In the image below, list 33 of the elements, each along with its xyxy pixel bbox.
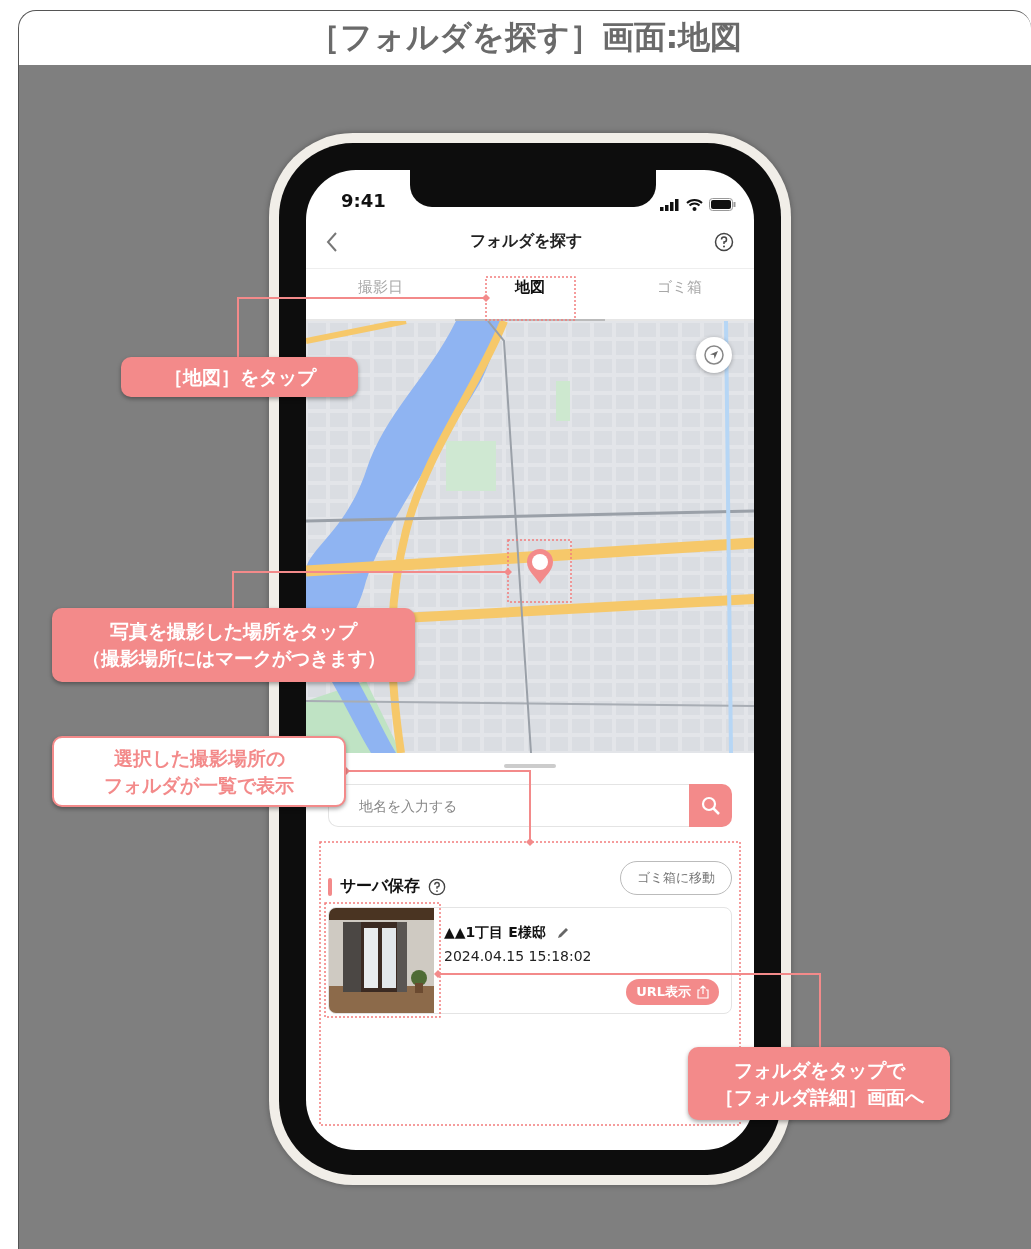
back-button[interactable] — [326, 231, 338, 252]
callout-text: 選択した撮影場所の — [113, 745, 285, 771]
callout-text: （撮影場所にはマークがつきます） — [81, 646, 386, 671]
tab[interactable]: 撮影日 — [306, 269, 456, 321]
pencil-icon[interactable] — [555, 926, 570, 940]
screen-title: フォルダを探す — [470, 231, 582, 252]
folder-date: 2024.04.15 15:18:02 — [444, 948, 593, 964]
share-icon — [697, 985, 709, 999]
callout-text: 写真を撮影した場所をタップ — [110, 619, 357, 645]
page-title: ［フォルダを探す］画面:地図 — [307, 17, 743, 58]
callout-text: ［フォルダ詳細］画面へ — [714, 1084, 924, 1110]
search-field[interactable]: 地名を入力する — [328, 784, 689, 827]
status-time: 9:41 — [341, 190, 386, 211]
search-button[interactable] — [689, 784, 732, 827]
callout-text: フォルダが一覧で表示 — [104, 772, 294, 798]
map-pin-icon[interactable] — [526, 549, 554, 585]
signal-icon — [660, 198, 680, 211]
help-icon[interactable] — [714, 231, 734, 252]
tab[interactable]: ゴミ箱 — [604, 269, 754, 321]
folder-name: ▲▲1丁目 E様邸 — [444, 924, 546, 942]
sheet-handle[interactable] — [504, 764, 556, 768]
callout-text: フォルダをタップで — [733, 1057, 905, 1083]
accent-bar — [328, 877, 332, 896]
wifi-icon — [686, 198, 703, 211]
battery-icon — [709, 198, 736, 211]
section-title: サーバ保存 — [340, 876, 420, 897]
callout-text: ［地図］をタップ — [163, 364, 316, 390]
move-to-trash-button[interactable]: ゴミ箱に移動 — [620, 861, 732, 895]
folder-card[interactable]: ▲▲1丁目 E様邸 2024.04.15 15:18:02 URL表示 — [328, 907, 732, 1014]
help-icon[interactable] — [428, 877, 446, 896]
chevron-left-icon — [326, 231, 338, 252]
highlight-frame — [507, 539, 572, 603]
search-icon — [700, 795, 721, 816]
